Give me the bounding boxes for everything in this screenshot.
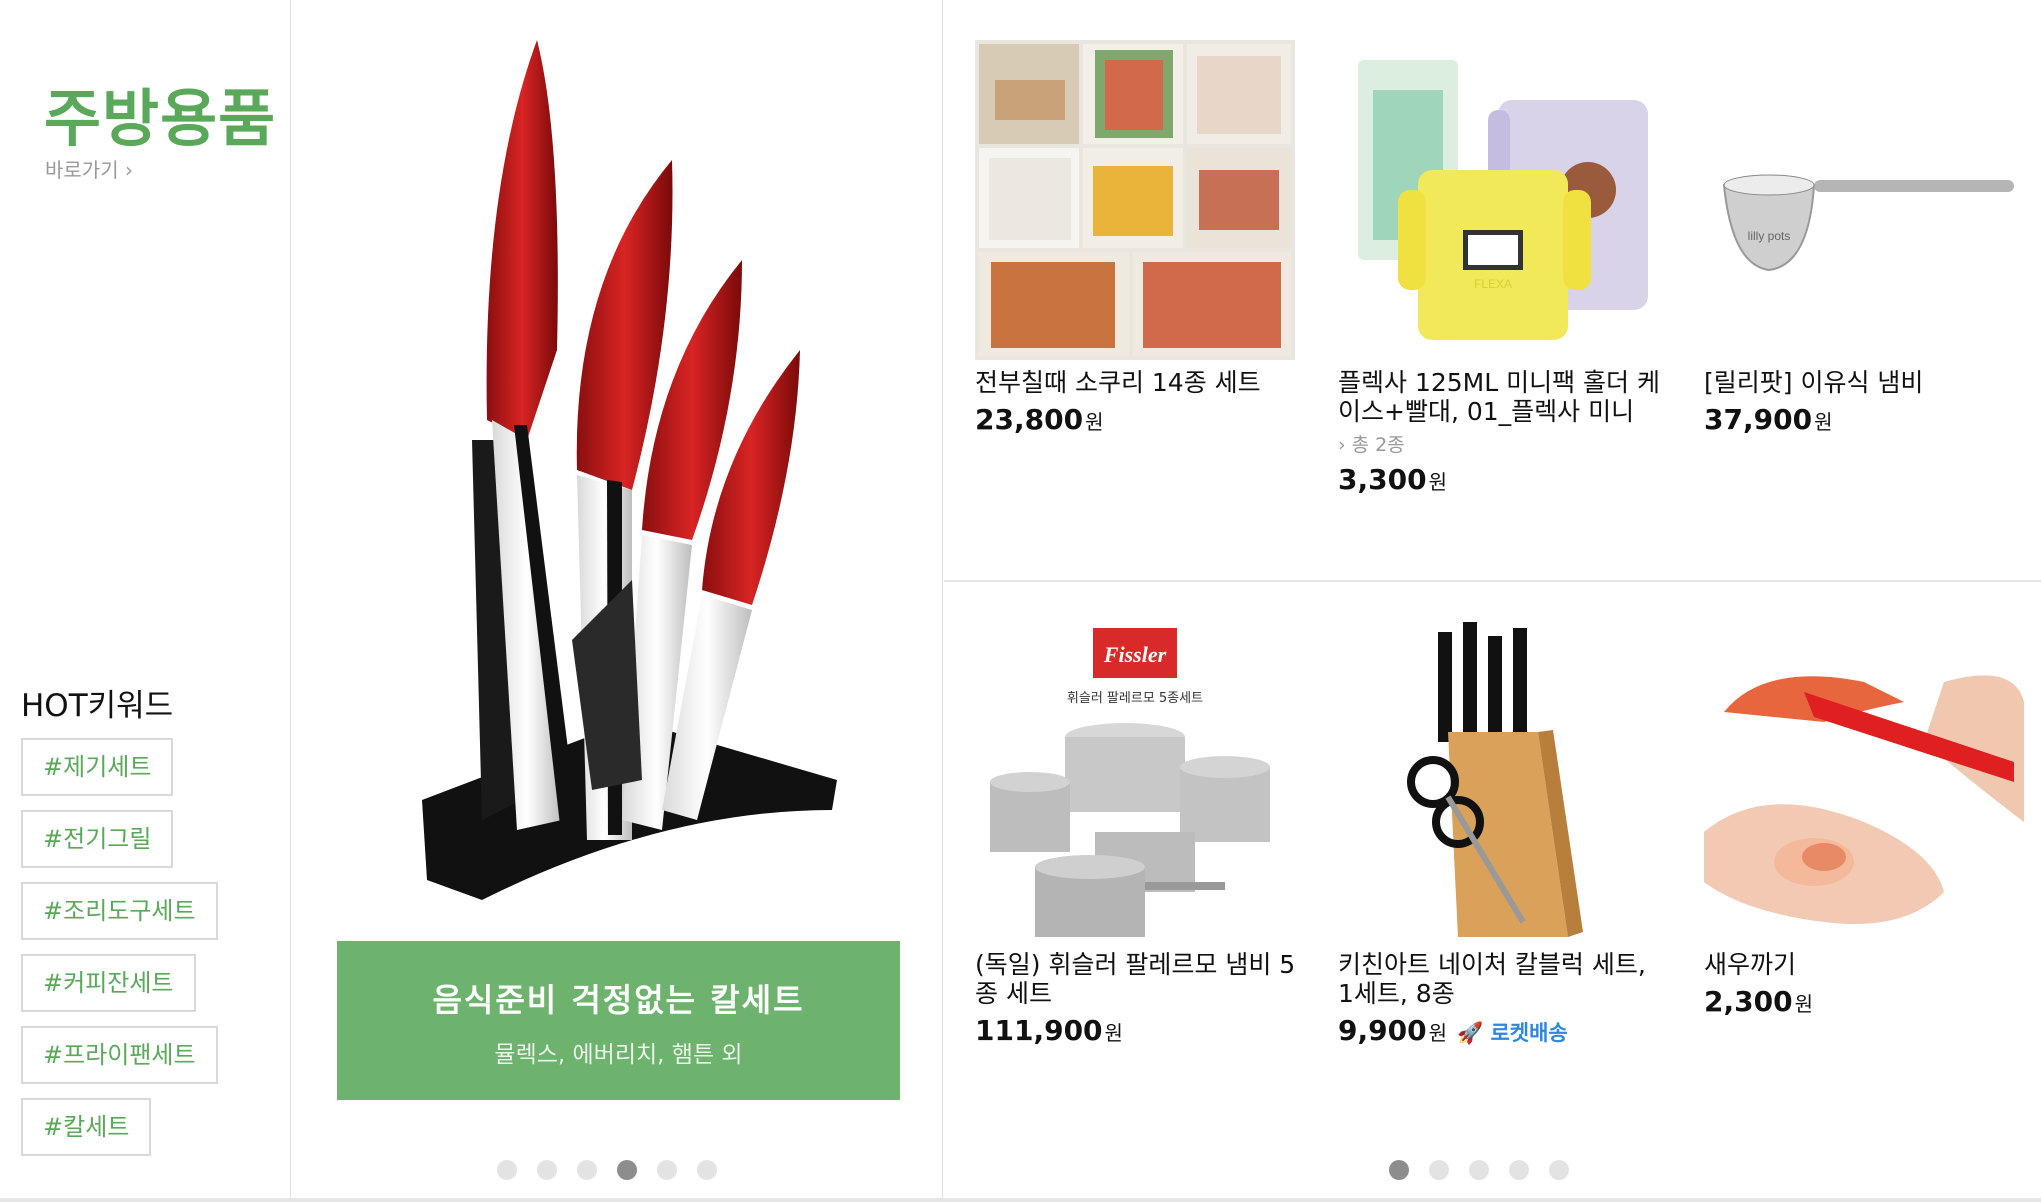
product-page-dot[interactable]: [1429, 1160, 1449, 1180]
product-name: 전부칠때 소쿠리 14종 세트: [975, 368, 1261, 397]
hot-keyword-tag[interactable]: #제기세트: [21, 738, 174, 796]
price-value: 37,900: [1704, 403, 1813, 436]
product-image: lilly pots: [1704, 40, 2024, 360]
promo-banner[interactable]: 음식준비 걱정없는 칼세트 뮬렉스, 에버리치, 햄튼 외: [292, 0, 943, 1202]
price-value: 111,900: [975, 1014, 1103, 1047]
category-shortcut-link[interactable]: 바로가기 ›: [45, 154, 133, 183]
category-sidebar: 주방용품 바로가기 › HOT키워드 #제기세트 #전기그릴 #조리도구세트 #…: [0, 0, 291, 1202]
product-image: [1704, 622, 2024, 942]
product-card[interactable]: 전부칠때 소쿠리 14종 세트 23,800 원: [975, 40, 1305, 436]
banner-page-dot-active[interactable]: [617, 1160, 637, 1180]
price-value: 23,800: [975, 403, 1084, 436]
flexa-brand-text: FLEXA: [1474, 277, 1512, 291]
banner-page-dot[interactable]: [697, 1160, 717, 1180]
row-divider: [944, 580, 2041, 582]
product-grid: 전부칠때 소쿠리 14종 세트 23,800원 FLEXA 플렉사 125ML: [944, 0, 2041, 1202]
product-name: (독일) 휘슬러 팔레르모 냄비 5종 세트: [975, 950, 1296, 1008]
product-card[interactable]: Fissler 휘슬러 팔레르모 5종세트 (독일) 휘슬러 팔레르모 냄비 5…: [975, 622, 1305, 1047]
knife-set-image: [422, 40, 837, 900]
product-price: 3,300 원: [1338, 463, 1668, 496]
hot-keyword-tag[interactable]: #커피잔세트: [21, 954, 196, 1012]
product-image: FLEXA: [1338, 40, 1658, 360]
hot-keyword-tag[interactable]: #프라이팬세트: [21, 1026, 218, 1084]
bottom-border: [0, 1198, 2041, 1202]
product-page-dot[interactable]: [1549, 1160, 1569, 1180]
product-price: 23,800 원: [975, 403, 1305, 436]
product-name: 새우까기: [1704, 950, 1797, 979]
banner-pagination: [497, 1160, 717, 1180]
product-name: [릴리팟] 이유식 냄비: [1704, 368, 1924, 397]
hot-keyword-tag[interactable]: #조리도구세트: [21, 882, 218, 940]
hot-keywords-title: HOT키워드: [21, 688, 174, 724]
banner-title: 음식준비 걱정없는 칼세트: [432, 981, 805, 1019]
product-price: 9,900 원 🚀 로켓배송: [1338, 1014, 1668, 1047]
fissler-caption-text: 휘슬러 팔레르모 5종세트: [1067, 691, 1203, 706]
price-unit: 원: [1428, 1021, 1447, 1045]
product-card[interactable]: lilly pots [릴리팟] 이유식 냄비 37,900 원: [1704, 40, 2034, 436]
product-card[interactable]: 새우까기 2,300 원: [1704, 622, 2034, 1018]
price-value: 3,300: [1338, 463, 1427, 496]
price-unit: 원: [1085, 410, 1104, 434]
price-unit: 원: [1814, 410, 1833, 434]
price-unit: 원: [1104, 1021, 1123, 1045]
hot-keyword-list: #제기세트 #전기그릴 #조리도구세트 #커피잔세트 #프라이팬세트 #칼세트: [21, 738, 218, 1170]
product-card[interactable]: FLEXA 플렉사 125ML 미니팩 홀더 케이스+빨대, 01_플렉사 미니…: [1338, 40, 1668, 496]
product-image: [975, 40, 1295, 360]
product-page-dot[interactable]: [1509, 1160, 1529, 1180]
product-page-dot[interactable]: [1469, 1160, 1489, 1180]
banner-subtitle: 뮬렉스, 에버리치, 햄튼 외: [494, 1042, 743, 1068]
product-page-dot-active[interactable]: [1389, 1160, 1409, 1180]
category-title: 주방용품: [44, 82, 277, 155]
price-value: 9,900: [1338, 1014, 1427, 1047]
banner-page-dot[interactable]: [497, 1160, 517, 1180]
product-name: 키친아트 네이처 칼블럭 세트, 1세트, 8종: [1338, 950, 1646, 1008]
product-option-count[interactable]: › 총 2종: [1338, 430, 1668, 457]
rocket-delivery-badge: 🚀 로켓배송: [1456, 1021, 1568, 1045]
price-unit: 원: [1794, 992, 1813, 1016]
hot-keyword-tag[interactable]: #전기그릴: [21, 810, 174, 868]
banner-caption-box[interactable]: 음식준비 걱정없는 칼세트 뮬렉스, 에버리치, 햄튼 외: [337, 941, 900, 1100]
product-pagination: [1389, 1160, 1569, 1180]
price-value: 2,300: [1704, 985, 1793, 1018]
fissler-logo-text: Fissler: [1103, 642, 1167, 667]
product-card[interactable]: 키친아트 네이처 칼블럭 세트, 1세트, 8종 9,900 원 🚀 로켓배송: [1338, 622, 1668, 1047]
banner-page-dot[interactable]: [577, 1160, 597, 1180]
hot-keyword-tag[interactable]: #칼세트: [21, 1098, 152, 1156]
product-name: 플렉사 125ML 미니팩 홀더 케이스+빨대, 01_플렉사 미니: [1338, 368, 1661, 426]
banner-page-dot[interactable]: [537, 1160, 557, 1180]
price-unit: 원: [1428, 470, 1447, 494]
product-price: 2,300 원: [1704, 985, 2034, 1018]
lillypots-brand-text: lilly pots: [1748, 229, 1791, 243]
product-price: 37,900 원: [1704, 403, 2034, 436]
banner-page-dot[interactable]: [657, 1160, 677, 1180]
product-image: [1338, 622, 1658, 942]
product-image: Fissler 휘슬러 팔레르모 5종세트: [975, 622, 1295, 942]
product-price: 111,900 원: [975, 1014, 1305, 1047]
